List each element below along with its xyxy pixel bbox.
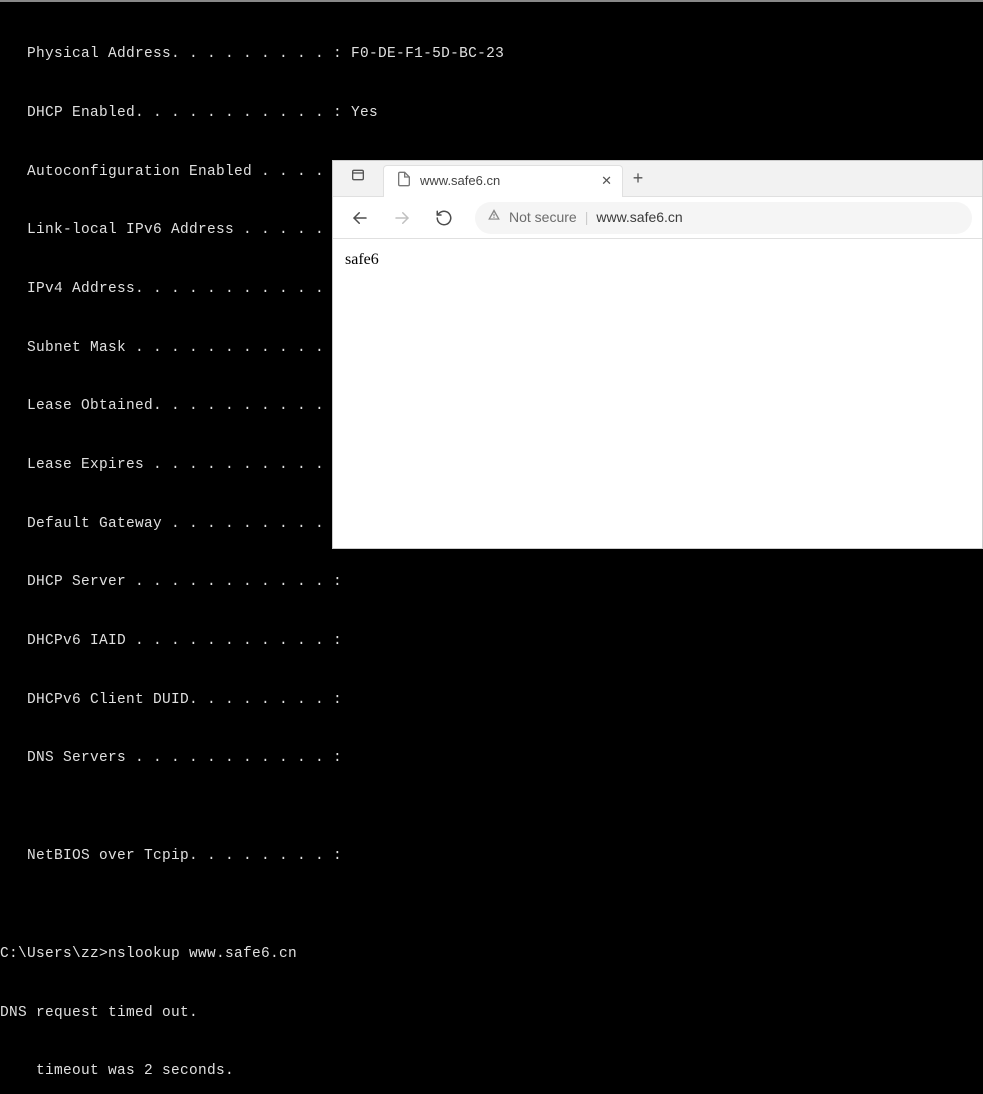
terminal-line: C:\Users\zz>nslookup www.safe6.cn <box>0 945 983 965</box>
browser-toolbar: Not secure | www.safe6.cn <box>333 197 982 239</box>
terminal-line: DHCP Enabled. . . . . . . . . . . : Yes <box>0 104 983 124</box>
terminal-line: Physical Address. . . . . . . . . : F0-D… <box>0 45 983 65</box>
not-secure-label: Not secure <box>509 208 577 227</box>
browser-tabbar: www.safe6.cn ✕ + <box>333 161 982 197</box>
browser-window: www.safe6.cn ✕ + Not secure | www <box>332 160 983 549</box>
back-button[interactable] <box>343 201 377 235</box>
browser-tab[interactable]: www.safe6.cn ✕ <box>383 165 623 197</box>
tab-title: www.safe6.cn <box>420 172 593 190</box>
terminal-line: DHCPv6 Client DUID. . . . . . . . : <box>0 691 983 711</box>
page-body-text: safe6 <box>345 251 379 268</box>
tab-actions-icon <box>350 167 366 190</box>
terminal-line: DHCPv6 IAID . . . . . . . . . . . : <box>0 632 983 652</box>
terminal-line: NetBIOS over Tcpip. . . . . . . . : <box>0 847 983 867</box>
new-tab-button[interactable]: + <box>623 166 653 190</box>
forward-button[interactable] <box>385 201 419 235</box>
refresh-button[interactable] <box>427 201 461 235</box>
not-secure-warning-icon <box>487 208 501 227</box>
terminal-line: timeout was 2 seconds. <box>0 1062 983 1082</box>
url-text: www.safe6.cn <box>596 208 682 227</box>
window-tab-group[interactable] <box>333 167 383 190</box>
terminal-line: DNS Servers . . . . . . . . . . . : <box>0 749 983 769</box>
page-icon <box>396 171 412 192</box>
address-bar[interactable]: Not secure | www.safe6.cn <box>475 202 972 234</box>
page-content: safe6 <box>333 239 982 281</box>
addressbar-divider: | <box>585 208 589 227</box>
terminal-line: DNS request timed out. <box>0 1004 983 1024</box>
tab-close-icon[interactable]: ✕ <box>601 172 612 190</box>
terminal-line: DHCP Server . . . . . . . . . . . : <box>0 573 983 593</box>
